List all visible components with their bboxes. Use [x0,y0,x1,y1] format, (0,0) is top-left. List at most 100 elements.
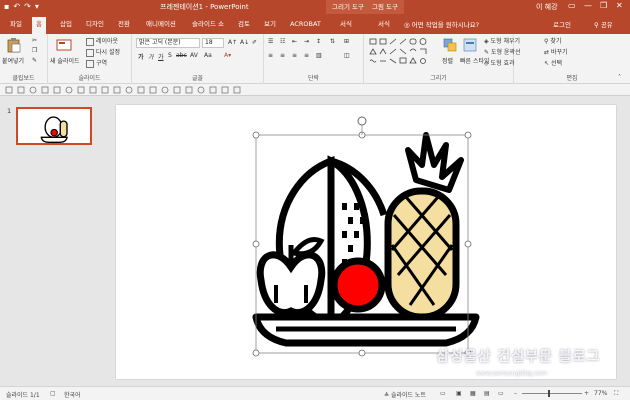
tab-format-picture[interactable]: 서식 [374,18,394,30]
resize-handle-left[interactable] [252,240,260,248]
grow-font-icon[interactable]: A↑ [228,39,237,46]
user-name[interactable]: 이 혜강 [536,2,558,12]
section-button[interactable]: 구역 [86,58,107,68]
tab-transitions[interactable]: 전환 [114,18,134,30]
shapes-gallery[interactable] [368,37,432,67]
font-color-icon[interactable]: A▾ [224,52,231,59]
tab-slideshow[interactable]: 슬라이드 쇼 [188,18,228,30]
fit-to-window-icon[interactable]: ⛶ [614,390,618,398]
align-center-icon[interactable]: ≡ [280,52,285,59]
comments-icon[interactable]: ▭ [440,390,446,397]
toolbar-icon-2[interactable] [17,86,25,94]
toolbar-icon-11[interactable] [125,86,133,94]
toolbar-icon-5[interactable] [53,86,61,94]
shadow-icon[interactable]: S [168,52,172,59]
spellcheck-icon[interactable]: ▢ [50,390,56,397]
toolbar-icon-7[interactable] [77,86,85,94]
format-painter-icon[interactable]: ✎ [32,57,37,64]
fruit-basket-illustration[interactable] [116,105,616,379]
toolbar-icon-4[interactable] [41,86,49,94]
zoom-level[interactable]: 77% [594,390,607,397]
ribbon-display-icon[interactable]: ▭ [568,1,576,10]
reading-view-icon[interactable]: ▤ [484,390,490,397]
notes-button[interactable]: ≜ 슬라이드 노트 [384,390,426,399]
normal-view-icon[interactable]: ▣ [456,390,462,397]
align-text-icon[interactable]: ⊞ [344,38,349,45]
quick-styles-icon[interactable] [462,37,478,53]
customize-qat-icon[interactable]: ▾ [35,2,39,12]
zoom-in-button[interactable]: + [584,390,589,397]
slideshow-view-icon[interactable]: ▭ [498,390,504,397]
underline-icon[interactable]: 가 [158,52,164,61]
collapse-ribbon-icon[interactable]: ˄ [618,74,621,81]
slide-canvas[interactable] [116,105,616,379]
italic-icon[interactable]: 가 [148,52,154,61]
redo-icon[interactable]: ↷ [24,2,31,12]
tab-review[interactable]: 검토 [234,18,254,30]
toolbar-icon-3[interactable] [29,86,37,94]
toolbar-icon-17[interactable] [197,86,205,94]
shape-effects-button[interactable]: ◇ 도형 효과 [484,58,515,67]
toolbar-icon-1[interactable] [5,86,13,94]
paste-icon[interactable] [6,37,22,53]
zoom-slider-track[interactable] [522,393,582,394]
toolbar-icon-8[interactable] [89,86,97,94]
increase-indent-icon[interactable]: ⇥ [304,38,309,45]
save-icon[interactable]: ▪ [4,2,9,12]
font-size-combo[interactable]: 18 [202,38,224,48]
replace-button[interactable]: ⇄ 바꾸기 [544,47,568,56]
toolbar-icon-12[interactable] [137,86,145,94]
close-button[interactable]: ✕ [616,1,623,10]
toolbar-icon-9[interactable] [101,86,109,94]
toolbar-icon-16[interactable] [185,86,193,94]
tab-animations[interactable]: 애니메이션 [142,18,180,30]
toolbar-icon-6[interactable] [65,86,73,94]
paste-button[interactable]: 붙여넣기 [2,56,24,65]
slide-sorter-icon[interactable]: ▦ [470,390,476,397]
tab-view[interactable]: 보기 [260,18,280,30]
resize-handle-bottom[interactable] [358,349,366,357]
text-direction-icon[interactable]: ⇅ [330,38,335,45]
share-button[interactable]: ⚲ 공유 [594,19,613,29]
minimize-button[interactable]: — [584,1,592,10]
zoom-out-button[interactable]: – [514,390,517,397]
columns-icon[interactable]: ▥ [316,52,322,59]
tab-format-drawing[interactable]: 서식 [336,18,356,30]
select-button[interactable]: ↖ 선택 [544,58,562,67]
clear-format-icon[interactable]: ✐ [252,39,257,46]
align-right-icon[interactable]: ≡ [292,52,297,59]
arrange-icon[interactable] [442,37,458,53]
toolbar-icon-10[interactable] [113,86,121,94]
layout-button[interactable]: 레이아웃 [86,36,118,46]
slide-thumbnail-1[interactable] [16,107,92,145]
spacing-icon[interactable]: AV [190,52,198,59]
toolbar-icon-18[interactable] [209,86,217,94]
resize-handle-bottom-left[interactable] [252,349,260,357]
find-button[interactable]: ⚲ 찾기 [544,36,561,45]
reset-button[interactable]: 다시 설정 [86,47,120,57]
tab-file[interactable]: 파일 [6,18,26,30]
cut-icon[interactable]: ✂ [32,37,37,44]
bold-icon[interactable]: 가 [138,52,144,61]
resize-handle-top-right[interactable] [464,131,472,139]
rotate-handle[interactable] [357,116,367,135]
restore-button[interactable]: ❐ [600,1,607,10]
new-slide-button[interactable]: 새 슬라이드 [50,56,80,65]
align-left-icon[interactable]: ≡ [268,52,273,59]
undo-icon[interactable]: ↶ [13,2,20,12]
new-slide-icon[interactable] [56,37,72,53]
tab-acrobat[interactable]: ACROBAT [286,18,325,30]
bullets-icon[interactable]: ☰ [268,38,273,45]
tab-home[interactable]: 홈 [32,17,46,34]
justify-icon[interactable]: ≡ [304,52,309,59]
copy-icon[interactable]: ❐ [32,47,37,54]
strikethrough-icon[interactable]: abc [176,52,187,59]
numbering-icon[interactable]: ☷ [280,38,285,45]
decrease-indent-icon[interactable]: ⇤ [292,38,297,45]
resize-handle-top-left[interactable] [252,131,260,139]
toolbar-icon-14[interactable] [161,86,169,94]
font-name-combo[interactable]: 맑은 고딕 (본문) [136,38,200,48]
line-spacing-icon[interactable]: ↕ [316,38,321,45]
smartart-icon[interactable]: ◫ [344,52,350,59]
toolbar-icon-19[interactable] [221,86,229,94]
